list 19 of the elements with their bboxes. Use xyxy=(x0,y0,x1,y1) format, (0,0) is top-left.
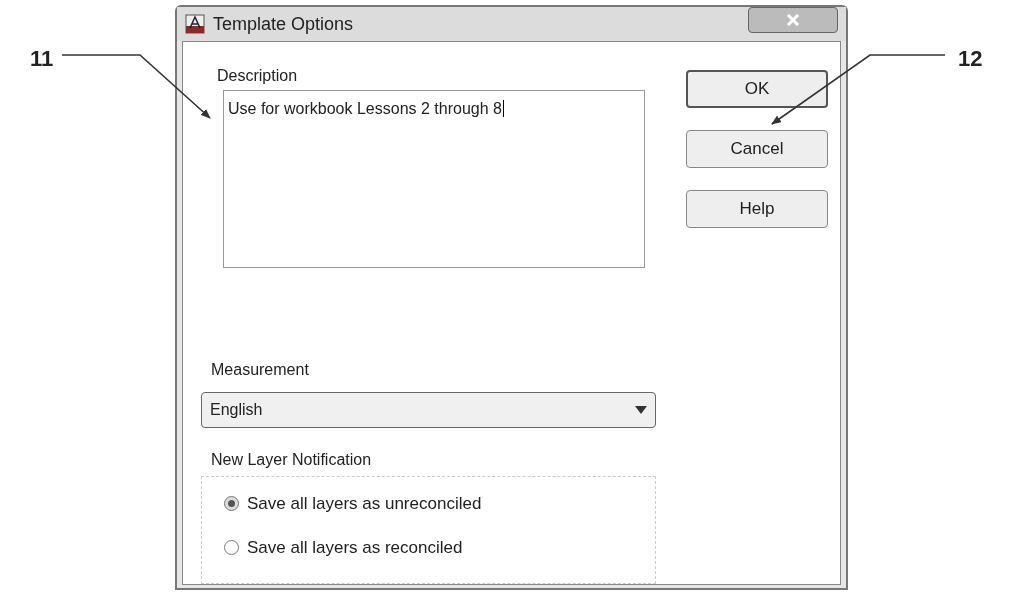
close-icon xyxy=(786,14,800,26)
radio-label: Save all layers as reconciled xyxy=(247,536,463,559)
group-title: New Layer Notification xyxy=(211,450,373,470)
dialog-button[interactable]: Cancel xyxy=(686,130,828,168)
close-button[interactable] xyxy=(748,7,838,33)
dialog-button[interactable]: OK xyxy=(686,70,828,108)
window-title: Template Options xyxy=(213,12,354,36)
description-field[interactable]: Use for workbook Lessons 2 through 8 xyxy=(223,90,645,268)
measurement-dropdown[interactable]: English xyxy=(201,392,656,428)
radio-button[interactable] xyxy=(224,496,239,512)
measurement-label: Measurement xyxy=(211,360,310,380)
radio-label: Save all layers as unreconciled xyxy=(247,493,482,515)
caret-icon xyxy=(635,406,647,414)
dialog-button[interactable]: Help xyxy=(686,190,828,228)
callout-number: 12 xyxy=(958,45,983,73)
callout-number: 11 xyxy=(30,45,54,73)
description-label: Description xyxy=(217,66,299,86)
radio-button[interactable] xyxy=(224,539,239,555)
app-icon xyxy=(185,14,205,34)
